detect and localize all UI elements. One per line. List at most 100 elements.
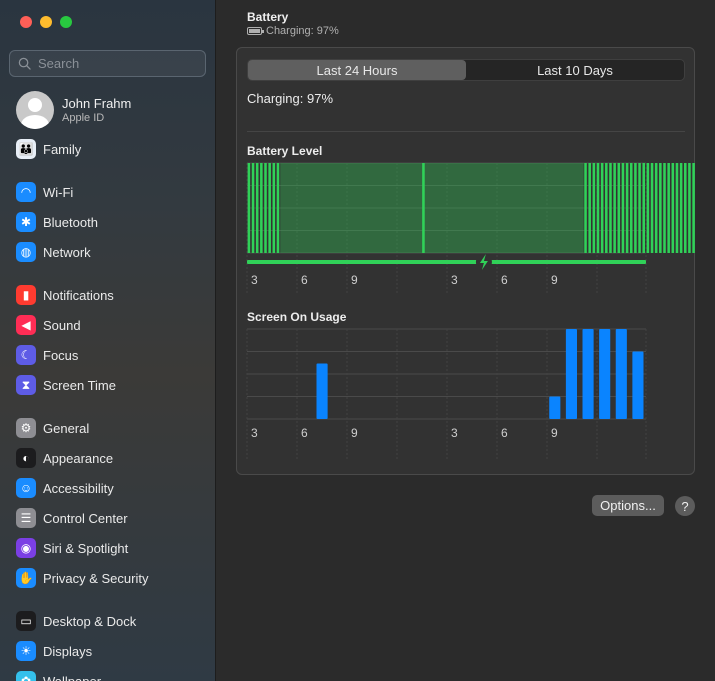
- time-range-segmented-control: Last 24 Hours Last 10 Days: [247, 59, 685, 81]
- x-tick-label: 3: [251, 273, 258, 287]
- battery-level-bar: [268, 163, 271, 253]
- battery-level-bar: [642, 163, 645, 253]
- window-controls: [20, 16, 72, 28]
- battery-level-bar: [600, 163, 604, 253]
- sidebar-item-wallpaper[interactable]: ✿ Wallpaper: [16, 670, 101, 681]
- battery-level-bar: [688, 163, 691, 253]
- dock-icon: ▭: [16, 611, 36, 631]
- speaker-icon: ◀: [16, 315, 36, 335]
- sidebar-item-appearance[interactable]: ◐ Appearance: [16, 447, 113, 469]
- user-name: John Frahm: [62, 96, 132, 111]
- sidebar-item-control-center[interactable]: ☰ Control Center: [16, 507, 128, 529]
- sidebar-item-label: Siri & Spotlight: [43, 540, 129, 556]
- battery-level-bar: [638, 163, 641, 253]
- battery-level-bar: [255, 163, 259, 253]
- charging-status: Charging: 97%: [247, 91, 333, 106]
- sidebar-item-siri-spotlight[interactable]: ◉ Siri & Spotlight: [16, 537, 128, 559]
- usage-bar: [632, 351, 644, 419]
- battery-level-bar: [609, 163, 612, 253]
- main-content: Battery Charging: 97% Last 24 Hours Last…: [216, 0, 715, 681]
- page-title: Battery: [247, 10, 289, 24]
- x-tick-label: 3: [251, 426, 258, 440]
- battery-level-bar: [663, 163, 666, 253]
- battery-level-bar: [264, 163, 267, 253]
- battery-level-bar: [679, 163, 683, 253]
- battery-level-bar: [634, 163, 637, 253]
- sidebar-item-network[interactable]: ◍ Network: [16, 241, 91, 263]
- battery-level-bar: [247, 163, 251, 253]
- close-window-button[interactable]: [20, 16, 32, 28]
- usage-bar: [316, 363, 328, 419]
- zoom-window-button[interactable]: [60, 16, 72, 28]
- x-tick-label: 6: [501, 426, 508, 440]
- bell-icon: ▮: [16, 285, 36, 305]
- battery-level-bar: [588, 163, 591, 253]
- battery-level-bar: [621, 163, 625, 253]
- family-icon: 👪: [16, 139, 36, 159]
- sidebar-item-focus[interactable]: ☾ Focus: [16, 344, 78, 366]
- sidebar-item-label: Desktop & Dock: [43, 613, 137, 629]
- x-tick-label: 6: [301, 426, 308, 440]
- user-subtitle: Apple ID: [62, 112, 105, 124]
- toggles-icon: ☰: [16, 508, 36, 528]
- tab-last-24-hours[interactable]: Last 24 Hours: [248, 60, 466, 80]
- sidebar-item-bluetooth[interactable]: ✱ Bluetooth: [16, 211, 98, 233]
- bluetooth-icon: ✱: [16, 212, 36, 232]
- sidebar-item-notifications[interactable]: ▮ Notifications: [16, 284, 114, 306]
- usage-bar: [599, 329, 611, 419]
- search-field[interactable]: [9, 50, 206, 77]
- battery-level-bar: [654, 163, 658, 253]
- sidebar-item-general[interactable]: ⚙ General: [16, 417, 89, 439]
- sidebar-item-wi-fi[interactable]: ◠ Wi-Fi: [16, 181, 73, 203]
- battery-level-bar: [646, 163, 650, 253]
- search-input[interactable]: [38, 56, 198, 71]
- battery-level-bar: [650, 163, 654, 253]
- battery-level-bar: [617, 163, 621, 253]
- siri-icon: ◉: [16, 538, 36, 558]
- sidebar-item-label: Wi-Fi: [43, 184, 74, 200]
- sun-icon: ☀: [16, 641, 36, 661]
- globe-icon: ◍: [16, 242, 36, 262]
- x-tick-label: 3: [451, 273, 458, 287]
- sidebar-item-privacy-security[interactable]: ✋ Privacy & Security: [16, 567, 148, 589]
- battery-level-bar: [272, 163, 276, 253]
- minimize-window-button[interactable]: [40, 16, 52, 28]
- hourglass-icon: ⧗: [16, 375, 36, 395]
- gear-icon: ⚙: [16, 418, 36, 438]
- wallpaper-icon: ✿: [16, 671, 36, 681]
- sidebar-item-desktop-dock[interactable]: ▭ Desktop & Dock: [16, 610, 136, 632]
- sidebar-item-sound[interactable]: ◀ Sound: [16, 314, 81, 336]
- sidebar-item-label: Bluetooth: [43, 214, 98, 230]
- apple-id-row[interactable]: John Frahm Apple ID: [16, 91, 131, 129]
- sidebar-item-accessibility[interactable]: ☺ Accessibility: [16, 477, 114, 499]
- wifi-icon: ◠: [16, 182, 36, 202]
- sidebar-item-label: Appearance: [43, 450, 114, 466]
- search-icon: [18, 57, 31, 70]
- battery-level-bar: [692, 163, 695, 253]
- screen-on-usage-chart: 3 6 9 3 6 9: [246, 328, 647, 459]
- help-button[interactable]: ?: [675, 496, 695, 516]
- sidebar: John Frahm Apple ID 👪 Family ◠ Wi-Fi ✱ Blueto…: [0, 0, 216, 681]
- battery-level-bar: [260, 163, 263, 253]
- battery-status-text: Charging: 97%: [266, 25, 339, 37]
- sidebar-item-label: Wallpaper: [43, 673, 102, 681]
- sidebar-item-screen-time[interactable]: ⧗ Screen Time: [16, 374, 116, 396]
- sidebar-item-family[interactable]: 👪 Family: [16, 138, 81, 160]
- page-subtitle: Charging: 97%: [247, 25, 339, 37]
- x-tick-label: 6: [301, 273, 308, 287]
- sidebar-item-displays[interactable]: ☀ Displays: [16, 640, 92, 662]
- battery-level-bar: [684, 163, 687, 253]
- sidebar-item-label: Focus: [43, 347, 79, 363]
- battery-level-bar: [671, 163, 675, 253]
- screen-on-usage-title: Screen On Usage: [247, 310, 347, 324]
- usage-bar: [549, 396, 561, 419]
- battery-level-bar: [675, 163, 679, 253]
- options-button[interactable]: Options...: [592, 495, 664, 516]
- tab-last-10-days[interactable]: Last 10 Days: [466, 60, 684, 80]
- sidebar-item-label: Privacy & Security: [43, 570, 149, 586]
- x-tick-label: 3: [451, 426, 458, 440]
- x-tick-label: 6: [501, 273, 508, 287]
- battery-level-bar: [276, 163, 280, 253]
- x-tick-label: 9: [551, 273, 558, 287]
- sidebar-item-label: Network: [43, 244, 91, 260]
